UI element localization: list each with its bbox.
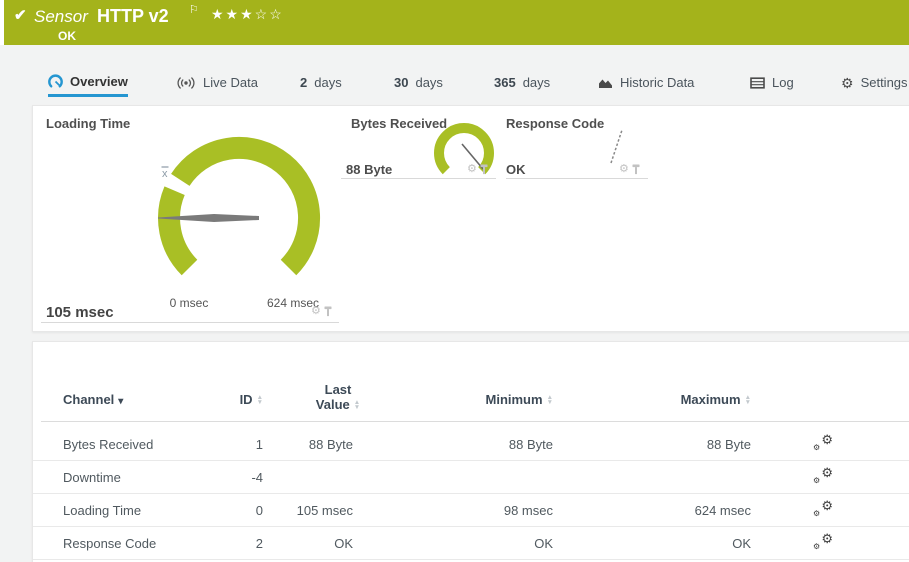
channel-gear-icon[interactable]: ⚙ <box>467 164 477 175</box>
tab-settings[interactable]: ⚙ Settings <box>841 68 908 97</box>
channel-id: 0 <box>183 494 263 527</box>
column-header-last-value[interactable]: Last Value▲▼ <box>283 382 393 412</box>
tab-log[interactable]: Log <box>750 68 794 97</box>
table-row: Bytes Received 1 88 Byte 88 Byte 88 Byte… <box>33 428 909 461</box>
channel-settings-icon[interactable]: ⚙⚙ <box>813 533 833 551</box>
tab-label: Historic Data <box>620 75 694 90</box>
sort-icon: ▲▼ <box>745 396 751 405</box>
channel-settings-icon[interactable]: ⚙⚙ <box>813 467 833 485</box>
maximum-value: 624 msec <box>633 494 751 527</box>
channel-settings-icon[interactable]: ⚙⚙ <box>813 434 833 452</box>
tab-365-days[interactable]: 365 days <box>494 68 550 97</box>
gauge-needle <box>611 130 622 163</box>
sort-icon: ▲▼ <box>354 401 360 410</box>
column-header-maximum[interactable]: Maximum▲▼ <box>633 392 751 407</box>
gauge-actions[interactable]: ⚙ <box>311 306 332 317</box>
divider <box>506 178 648 179</box>
table-row: Response Code 2 OK OK OK ⚙⚙ <box>33 527 909 560</box>
column-header-id[interactable]: ID▲▼ <box>183 392 263 407</box>
tab-label: Settings <box>861 75 908 90</box>
tab-number: 365 <box>494 75 516 90</box>
gauge-actions[interactable]: ⚙ <box>619 164 640 175</box>
tab-overview[interactable]: Overview <box>48 68 128 97</box>
minimum-value: 88 Byte <box>433 428 553 461</box>
tab-label: days <box>523 75 550 90</box>
tab-historic-data[interactable]: Historic Data <box>598 68 694 97</box>
bytes-received-value: 88 Byte <box>346 162 392 177</box>
pin-icon[interactable] <box>480 164 488 175</box>
pin-icon[interactable] <box>632 164 640 175</box>
channel-id: 1 <box>183 428 263 461</box>
sensor-name: HTTP v2 <box>97 6 169 27</box>
broadcast-icon <box>176 76 196 90</box>
tab-label: days <box>314 75 341 90</box>
channel-name: Downtime <box>63 461 121 494</box>
channel-id: -4 <box>183 461 263 494</box>
sensor-status-text: OK <box>58 29 76 43</box>
loading-time-value: 105 msec <box>46 304 114 321</box>
gauge-icon <box>48 74 63 89</box>
channel-name: Loading Time <box>63 494 141 527</box>
channel-settings-icon[interactable]: ⚙⚙ <box>813 500 833 518</box>
last-value: OK <box>263 527 353 560</box>
priority-star-rating[interactable]: ★★★☆☆ <box>211 6 284 23</box>
table-row: Downtime -4 ⚙⚙ <box>33 461 909 494</box>
last-value: 105 msec <box>263 494 353 527</box>
last-value: 88 Byte <box>263 428 353 461</box>
channel-name: Response Code <box>63 527 156 560</box>
channel-gear-icon[interactable]: ⚙ <box>311 306 321 317</box>
channels-table-panel: Channel▾ ID▲▼ Last Value▲▼ Minimum▲▼ Max… <box>32 341 909 562</box>
minimum-value: OK <box>433 527 553 560</box>
gauge-actions[interactable]: ⚙ <box>467 164 488 175</box>
mean-marker-icon: x <box>162 168 168 180</box>
gear-icon: ⚙ <box>841 76 854 90</box>
response-code-value: OK <box>506 162 526 177</box>
pin-icon[interactable] <box>324 306 332 317</box>
channel-gear-icon[interactable]: ⚙ <box>619 164 629 175</box>
response-code-gauge <box>601 119 631 167</box>
gauge-title-bytes-received: Bytes Received <box>351 116 447 131</box>
maximum-value: OK <box>633 527 751 560</box>
sort-icon: ▲▼ <box>547 396 553 405</box>
tab-label: days <box>415 75 442 90</box>
sort-icon: ▲▼ <box>257 396 263 405</box>
column-header-minimum[interactable]: Minimum▲▼ <box>433 392 553 407</box>
channel-id: 2 <box>183 527 263 560</box>
table-row: Loading Time 0 105 msec 98 msec 624 msec… <box>33 494 909 527</box>
flag-icon[interactable]: ⚐ <box>189 3 199 16</box>
tab-label: Live Data <box>203 75 258 90</box>
gauge-scale-min: 0 msec <box>149 296 229 310</box>
minimum-value: 98 msec <box>433 494 553 527</box>
gauge-title-response-code: Response Code <box>506 116 604 131</box>
tab-live-data[interactable]: Live Data <box>176 68 258 97</box>
tab-2-days[interactable]: 2 days <box>300 68 342 97</box>
divider <box>341 178 496 179</box>
status-ok-check-icon: ✔ <box>14 6 27 24</box>
object-kind-label: Sensor <box>34 7 88 27</box>
area-chart-icon <box>598 77 613 89</box>
gauges-panel: Loading Time x 0 msec 624 msec 105 msec … <box>32 105 909 332</box>
sensor-overview-page: ✔ Sensor HTTP v2 ⚐ ★★★☆☆ OK Overview Liv… <box>0 0 909 562</box>
maximum-value: 88 Byte <box>633 428 751 461</box>
log-list-icon <box>750 77 765 89</box>
column-header-channel[interactable]: Channel▾ <box>63 392 123 407</box>
tab-label: Log <box>772 75 794 90</box>
tab-number: 2 <box>300 75 307 90</box>
tab-label: Overview <box>70 74 128 89</box>
tab-number: 30 <box>394 75 408 90</box>
loading-time-gauge: x <box>154 130 324 290</box>
page-left-margin <box>0 0 4 45</box>
sensor-status-bar: ✔ Sensor HTTP v2 ⚐ ★★★☆☆ OK <box>4 0 909 45</box>
channel-name: Bytes Received <box>63 428 153 461</box>
table-header-divider <box>41 421 909 422</box>
divider <box>41 322 339 323</box>
gauge-title-loading-time: Loading Time <box>46 116 130 131</box>
tab-30-days[interactable]: 30 days <box>394 68 443 97</box>
sort-desc-icon: ▾ <box>118 396 123 407</box>
